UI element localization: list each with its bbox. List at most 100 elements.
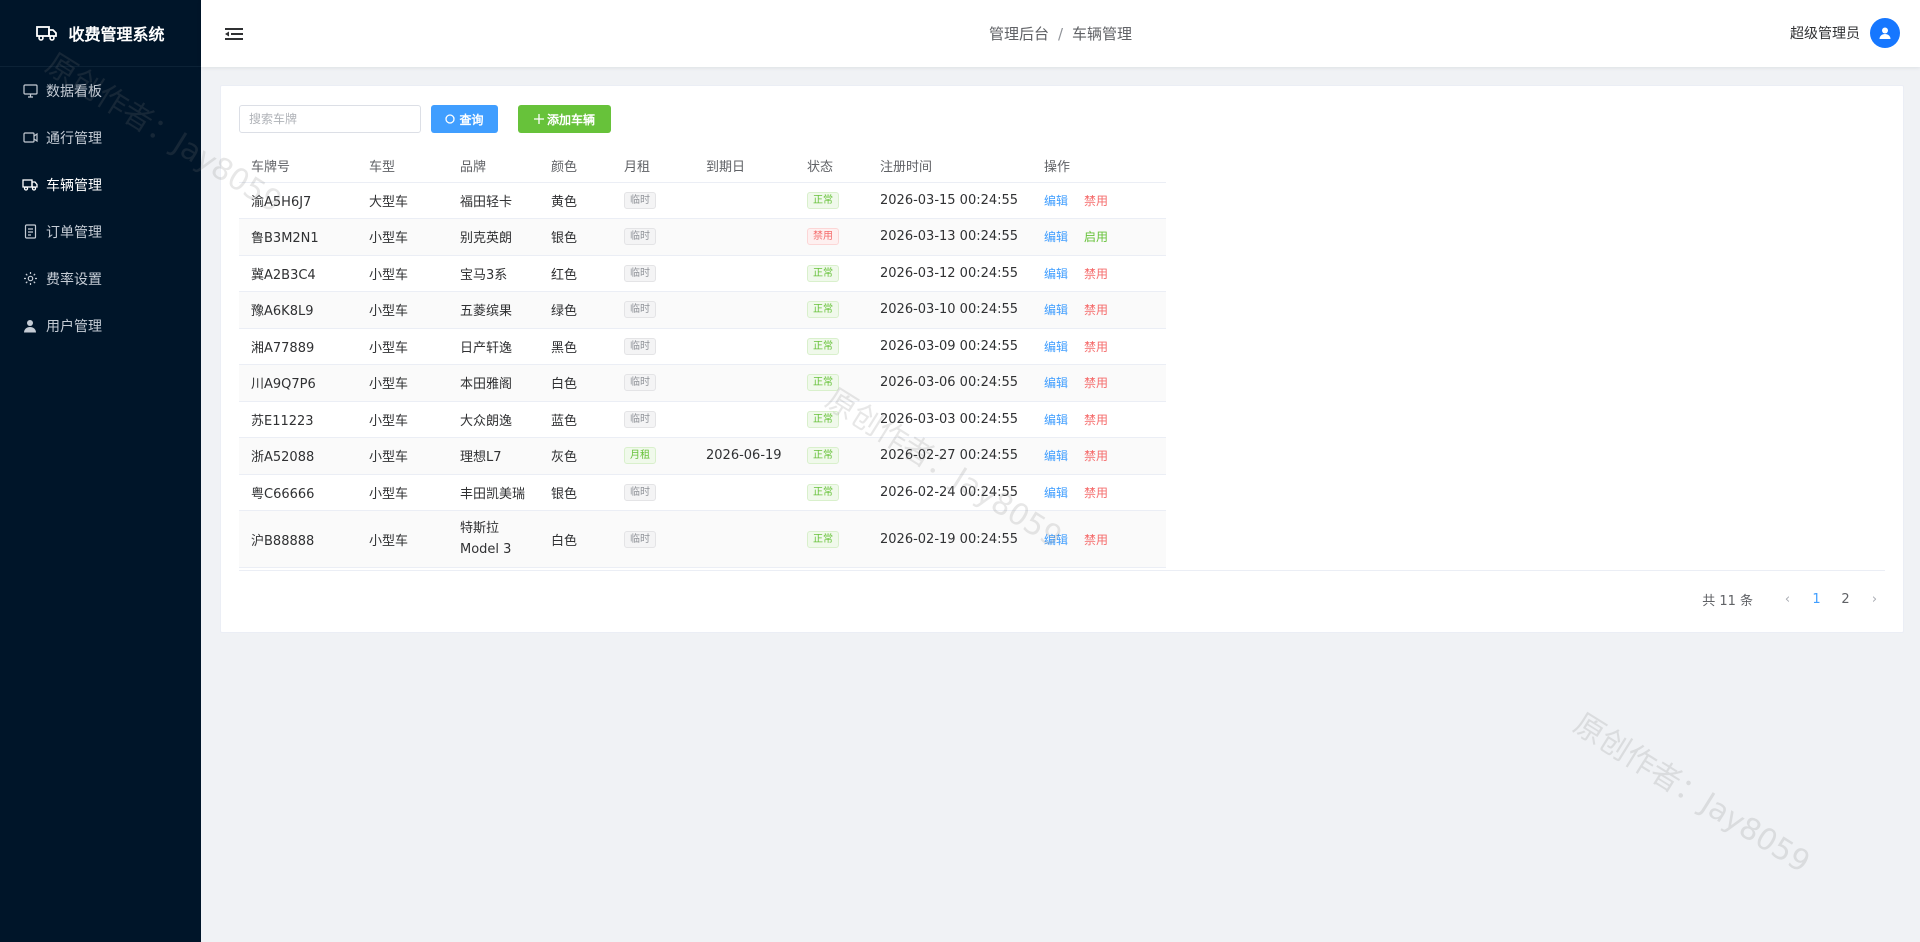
- prev-page-icon[interactable]: ‹: [1773, 592, 1802, 607]
- app-logo[interactable]: 收费管理系统: [0, 0, 201, 67]
- brand-cell: 宝马3系: [448, 255, 539, 292]
- breadcrumb: 管理后台 / 车辆管理: [201, 0, 1920, 67]
- disable-link[interactable]: 禁用: [1084, 194, 1108, 208]
- page-2-button[interactable]: 2: [1831, 592, 1860, 607]
- registered-cell: 2026-03-06 00:24:55: [868, 364, 1032, 402]
- registered-cell: 2026-03-03 00:24:55: [868, 401, 1032, 438]
- edit-link[interactable]: 编辑: [1044, 413, 1068, 427]
- status-cell: 正常: [795, 328, 868, 365]
- add-vehicle-button-label: 添加车辆: [546, 112, 595, 127]
- breadcrumb-separator: /: [1057, 24, 1064, 43]
- type-cell: 小型车: [357, 401, 448, 438]
- edit-link[interactable]: 编辑: [1044, 340, 1068, 354]
- plate-cell: 湘A77889: [239, 328, 357, 365]
- actions-cell: 编辑 禁用: [1032, 401, 1166, 438]
- table-row: 粤C66666 小型车 丰田凯美瑞 银色 临时 正常 2026-02-24 00:24:55…: [239, 474, 1166, 511]
- status-cell: 正常: [795, 291, 868, 329]
- actions-cell: 编辑 禁用: [1032, 364, 1166, 402]
- status-badge: 正常: [807, 191, 839, 209]
- disable-link[interactable]: 禁用: [1084, 340, 1108, 354]
- sidebar-item-5[interactable]: 用户管理: [0, 302, 201, 349]
- enable-link[interactable]: 启用: [1084, 230, 1108, 244]
- disable-link[interactable]: 禁用: [1084, 267, 1108, 281]
- actions-cell: 编辑 禁用: [1032, 182, 1166, 219]
- vehicle-table: 车牌号 车型 品牌 颜色 月租 到期日 状态 注册时间 操作 渝A5H6J7 大型车 福田轻卡 黄色临…: [239, 150, 1166, 568]
- edit-link[interactable]: 编辑: [1044, 194, 1068, 208]
- user-avatar-icon: [1879, 27, 1891, 39]
- status-badge: 正常: [807, 530, 839, 548]
- disable-link[interactable]: 禁用: [1084, 413, 1108, 427]
- toolbar: 查询 添加车辆: [239, 104, 611, 134]
- color-cell: 白色: [539, 364, 612, 402]
- sidebar-item-0[interactable]: 数据看板: [0, 67, 201, 114]
- search-icon: [445, 113, 456, 125]
- registered-cell: 2026-02-19 00:24:55: [868, 510, 1032, 568]
- plate-cell: 沪B88888: [239, 510, 357, 568]
- rent-tag: 临时: [624, 410, 656, 428]
- color-cell: 银色: [539, 218, 612, 256]
- table-row: 鲁B3M2N1 小型车 别克英朗 银色 临时 禁用 2026-03-13 00:24:55 编…: [239, 218, 1166, 256]
- registered-cell: 2026-03-15 00:24:55: [868, 182, 1032, 219]
- disable-link[interactable]: 禁用: [1084, 376, 1108, 390]
- registered-cell: 2026-03-09 00:24:55: [868, 328, 1032, 365]
- sidebar-item-3[interactable]: 订单管理: [0, 208, 201, 255]
- edit-link[interactable]: 编辑: [1044, 486, 1068, 500]
- rent-tag: 临时: [624, 483, 656, 501]
- breadcrumb-home[interactable]: 管理后台: [989, 23, 1049, 44]
- table-row: 川A9Q7P6 小型车 本田雅阁 白色 临时 正常 2026-03-06 00:24:55 编…: [239, 364, 1166, 402]
- monitor-icon: [22, 83, 38, 99]
- edit-link[interactable]: 编辑: [1044, 303, 1068, 317]
- registered-cell: 2026-03-10 00:24:55: [868, 291, 1032, 329]
- disable-link[interactable]: 禁用: [1084, 533, 1108, 547]
- disable-link[interactable]: 禁用: [1084, 303, 1108, 317]
- sidebar-item-label: 订单管理: [46, 224, 102, 241]
- column-header: 状态: [795, 150, 868, 183]
- rent-tag: 临时: [624, 301, 656, 319]
- table-row: 渝A5H6J7 大型车 福田轻卡 黄色 临时 正常 2026-03-15 00:24:55 编…: [239, 182, 1166, 219]
- type-cell: 小型车: [357, 364, 448, 402]
- edit-link[interactable]: 编辑: [1044, 230, 1068, 244]
- type-cell: 小型车: [357, 291, 448, 329]
- sidebar-item-label: 数据看板: [46, 83, 102, 100]
- plate-cell: 渝A5H6J7: [239, 182, 357, 219]
- gear-icon: [22, 271, 38, 287]
- rent-cell: 临时: [612, 510, 694, 568]
- query-button[interactable]: 查询: [431, 105, 498, 133]
- sidebar-item-2[interactable]: 车辆管理: [0, 161, 201, 208]
- plate-cell: 苏E11223: [239, 401, 357, 438]
- add-vehicle-button[interactable]: 添加车辆: [518, 105, 611, 133]
- column-header: 到期日: [694, 150, 795, 183]
- sidebar-item-label: 通行管理: [46, 130, 102, 147]
- vehicle-list-card: 查询 添加车辆 车牌号车型品牌颜色月租到期日状态注册时间操作 渝A5H6J7大型…: [220, 85, 1904, 633]
- rent-tag: 月租: [624, 447, 656, 465]
- edit-link[interactable]: 编辑: [1044, 376, 1068, 390]
- sidebar-item-label: 车辆管理: [46, 177, 102, 194]
- status-cell: 正常: [795, 364, 868, 402]
- next-page-icon[interactable]: ›: [1860, 592, 1889, 607]
- page-1-button[interactable]: 1: [1802, 592, 1831, 607]
- actions-cell: 编辑 启用: [1032, 218, 1166, 256]
- plate-cell: 冀A2B3C4: [239, 255, 357, 292]
- status-cell: 正常: [795, 182, 868, 219]
- rent-cell: 临时: [612, 364, 694, 402]
- expiry-cell: [694, 401, 795, 438]
- edit-link[interactable]: 编辑: [1044, 267, 1068, 281]
- edit-link[interactable]: 编辑: [1044, 449, 1068, 463]
- expiry-cell: 2026-06-19: [694, 437, 795, 475]
- sidebar-item-1[interactable]: 通行管理: [0, 114, 201, 161]
- expiry-cell: [694, 182, 795, 219]
- edit-link[interactable]: 编辑: [1044, 533, 1068, 547]
- disable-link[interactable]: 禁用: [1084, 449, 1108, 463]
- pagination-total: 共 11 条: [1702, 594, 1753, 609]
- registered-cell: 2026-03-12 00:24:55: [868, 255, 1032, 292]
- avatar[interactable]: [1870, 18, 1900, 48]
- user-menu[interactable]: 超级管理员: [1790, 18, 1900, 48]
- sidebar: 收费管理系统 数据看板通行管理车辆管理订单管理费率设置 用户管理: [0, 0, 201, 942]
- expiry-cell: [694, 255, 795, 292]
- sidebar-item-4[interactable]: 费率设置: [0, 255, 201, 302]
- disable-link[interactable]: 禁用: [1084, 486, 1108, 500]
- plate-search-input[interactable]: [239, 105, 421, 133]
- column-header: 操作: [1032, 150, 1166, 183]
- sidebar-menu: 数据看板通行管理车辆管理订单管理费率设置 用户管理: [0, 67, 201, 349]
- rent-cell: 月租: [612, 437, 694, 475]
